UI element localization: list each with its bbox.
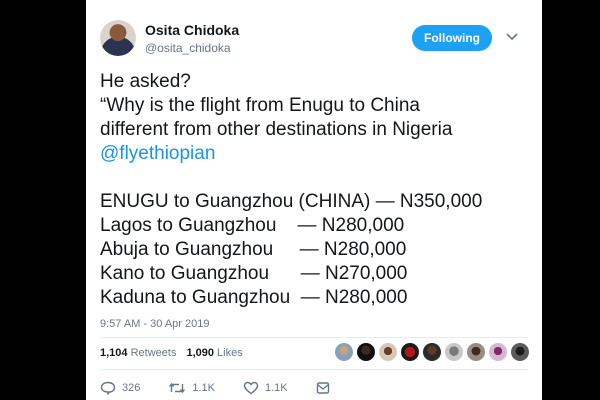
liker-avatar[interactable] <box>401 343 419 361</box>
reply-button[interactable]: 326 <box>100 381 140 395</box>
likes-label: Likes <box>217 347 243 359</box>
message-icon <box>316 381 330 395</box>
author-handle[interactable]: @osita_chidoka <box>145 41 231 55</box>
mention-link[interactable]: @flyethiopian <box>100 142 540 166</box>
timestamp[interactable]: 9:57 AM - 30 Apr 2019 <box>100 318 209 330</box>
retweets-stat[interactable]: 1,104 Retweets <box>100 347 176 359</box>
retweets-count: 1,104 <box>100 347 128 359</box>
liker-avatars <box>335 343 529 361</box>
avatar[interactable] <box>100 20 136 56</box>
tweet-line: different from other destinations in Nig… <box>100 119 453 140</box>
fare-line: Kano to Guangzhou — N270,000 <box>100 263 408 284</box>
like-icon <box>243 381 259 395</box>
tweet-line: He asked? <box>100 71 191 92</box>
engagement-stats: 1,104 Retweets 1,090 Likes <box>100 347 243 359</box>
liker-avatar[interactable] <box>445 343 463 361</box>
tweet-line: “Why is the flight from Enugu to China <box>100 95 420 116</box>
fare-line: Kaduna to Guangzhou — N280,000 <box>100 287 408 308</box>
retweets-label: Retweets <box>130 347 177 359</box>
liker-avatar[interactable] <box>511 343 529 361</box>
chevron-down-icon[interactable] <box>502 27 522 47</box>
liker-avatar[interactable] <box>423 343 441 361</box>
retweet-button[interactable]: 1.1K <box>168 381 215 395</box>
like-count: 1.1K <box>265 382 288 394</box>
liker-avatar[interactable] <box>489 343 507 361</box>
message-button[interactable] <box>316 381 330 395</box>
liker-avatar[interactable] <box>467 343 485 361</box>
reply-count: 326 <box>122 382 141 394</box>
tweet-text: He asked? “Why is the flight from Enugu … <box>100 70 540 310</box>
retweet-count: 1.1K <box>192 382 215 394</box>
divider <box>100 369 528 370</box>
reply-icon <box>100 381 116 395</box>
fare-line: Abuja to Guangzhou — N280,000 <box>100 239 407 260</box>
likes-stat[interactable]: 1,090 Likes <box>186 347 242 359</box>
divider <box>100 337 528 338</box>
retweet-icon <box>168 381 186 395</box>
fare-line: ENUGU to Guangzhou (CHINA) — N350,000 <box>100 191 483 212</box>
author-name[interactable]: Osita Chidoka <box>145 22 239 38</box>
liker-avatar[interactable] <box>379 343 397 361</box>
liker-avatar[interactable] <box>335 343 353 361</box>
liker-avatar[interactable] <box>357 343 375 361</box>
likes-count: 1,090 <box>186 347 214 359</box>
fare-line: Lagos to Guangzhou — N280,000 <box>100 215 405 236</box>
tweet-card: Osita Chidoka @osita_chidoka Following H… <box>86 0 542 400</box>
like-button[interactable]: 1.1K <box>243 381 288 395</box>
tweet-actions: 326 1.1K 1.1K <box>100 381 358 395</box>
following-button[interactable]: Following <box>412 25 492 51</box>
